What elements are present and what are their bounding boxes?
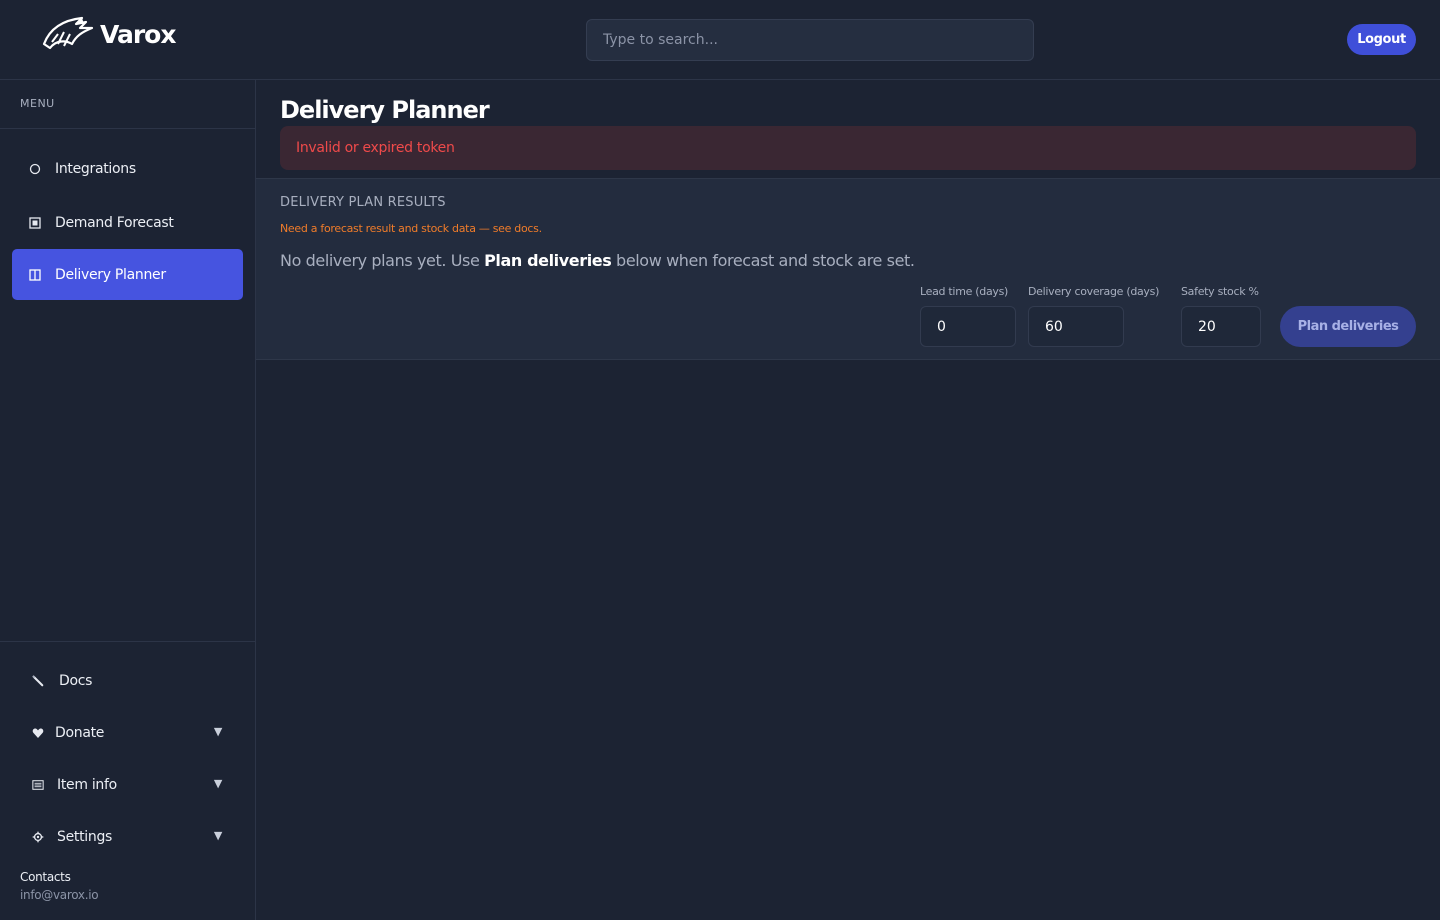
sidebar-item-label: Donate bbox=[55, 725, 105, 741]
logout-button[interactable]: Logout bbox=[1347, 24, 1416, 55]
sidebar-item-delivery-planner[interactable]: Delivery Planner bbox=[12, 249, 243, 300]
gear-icon bbox=[32, 831, 44, 843]
results-title: DELIVERY PLAN RESULTS bbox=[280, 195, 446, 210]
sidebar-item-integrations[interactable]: Integrations bbox=[12, 143, 243, 194]
results-empty-message: No delivery plans yet. Use Plan deliveri… bbox=[280, 251, 915, 270]
sidebar-item-label: Docs bbox=[59, 673, 93, 689]
search-input[interactable] bbox=[586, 19, 1034, 61]
sidebar-item-label: Integrations bbox=[55, 160, 136, 177]
pencil-icon bbox=[32, 675, 44, 687]
error-banner: Invalid or expired token bbox=[280, 126, 1416, 170]
circle-icon bbox=[29, 163, 41, 175]
contacts-title: Contacts bbox=[20, 870, 71, 884]
columns-icon bbox=[29, 268, 41, 281]
sidebar-item-demand-forecast[interactable]: Demand Forecast bbox=[12, 197, 243, 248]
delivery-coverage-input[interactable] bbox=[1028, 306, 1124, 347]
message-after: below when forecast and stock are set. bbox=[611, 251, 915, 270]
safety-stock-input[interactable] bbox=[1181, 306, 1261, 347]
square-icon bbox=[29, 216, 41, 229]
list-icon bbox=[32, 779, 44, 791]
sidebar-item-settings[interactable]: Settings ▼ bbox=[20, 817, 230, 857]
sidebar-item-item-info[interactable]: Item info ▼ bbox=[20, 765, 230, 805]
wolf-logo-icon bbox=[42, 16, 94, 50]
sidebar-item-label: Demand Forecast bbox=[55, 214, 174, 231]
menu-divider bbox=[0, 128, 255, 129]
heart-icon bbox=[32, 727, 44, 739]
message-before: No delivery plans yet. Use bbox=[280, 251, 485, 270]
sidebar-bottom-divider bbox=[0, 641, 255, 642]
results-warning[interactable]: Need a forecast result and stock data — … bbox=[280, 222, 542, 235]
brand-name: Varox bbox=[100, 19, 176, 49]
sidebar-item-donate[interactable]: Donate ▼ bbox=[20, 713, 230, 753]
top-bar: Varox Logout bbox=[0, 0, 1440, 80]
page-title: Delivery Planner bbox=[280, 96, 490, 124]
brand-logo[interactable]: Varox bbox=[42, 14, 176, 54]
lead-time-input[interactable] bbox=[920, 306, 1016, 347]
sidebar-item-docs[interactable]: Docs bbox=[20, 661, 230, 701]
message-bold: Plan deliveries bbox=[484, 251, 612, 270]
chevron-down-icon[interactable]: ▼ bbox=[214, 725, 222, 738]
lead-time-label: Lead time (days) bbox=[920, 285, 1009, 298]
delivery-coverage-label: Delivery coverage (days) bbox=[1028, 285, 1160, 298]
sidebar-item-label: Delivery Planner bbox=[55, 266, 166, 283]
plan-deliveries-button[interactable]: Plan deliveries bbox=[1280, 306, 1416, 347]
chevron-down-icon[interactable]: ▼ bbox=[214, 829, 222, 842]
contacts-email[interactable]: info@varox.io bbox=[20, 888, 99, 902]
safety-stock-label: Safety stock % bbox=[1181, 285, 1259, 298]
sidebar: MENU Integrations Demand Forecast Delive… bbox=[0, 80, 256, 920]
chevron-down-icon[interactable]: ▼ bbox=[214, 777, 222, 790]
sidebar-item-label: Settings bbox=[57, 829, 113, 845]
menu-label: MENU bbox=[20, 97, 55, 110]
sidebar-item-label: Item info bbox=[57, 777, 117, 793]
delivery-plan-results-panel: DELIVERY PLAN RESULTS Need a forecast re… bbox=[256, 178, 1440, 360]
